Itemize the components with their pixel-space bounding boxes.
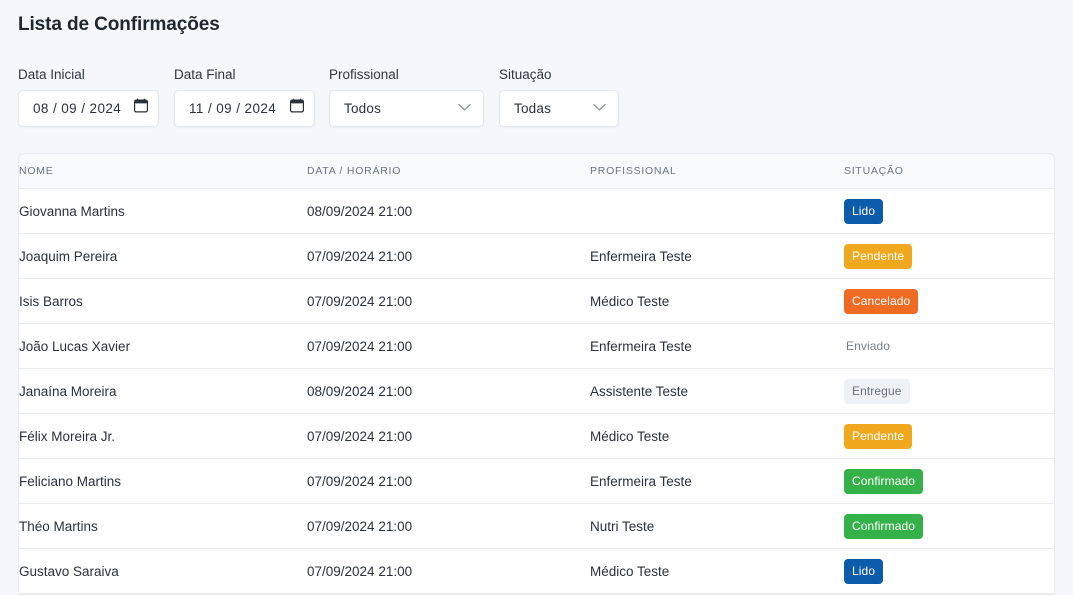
- chevron-down-icon[interactable]: [593, 99, 606, 117]
- status-badge: Pendente: [844, 243, 913, 269]
- filter-profissional: Profissional Todos: [329, 68, 499, 127]
- cell-profissional: [590, 188, 844, 234]
- confirmations-table-card: NOME DATA / HORÁRIO PROFISSIONAL SITUAÇÃ…: [18, 153, 1055, 595]
- cell-data-horario: 07/09/2024 21:00: [307, 503, 590, 549]
- table-row[interactable]: Théo Martins 07/09/2024 21:00 Nutri Teste C…: [19, 503, 1054, 549]
- cell-profissional: Médico Teste: [590, 548, 844, 594]
- table-row[interactable]: Isis Barros 07/09/2024 21:00 Médico Teste C…: [19, 278, 1054, 324]
- cell-nome: Janaína Moreira: [19, 368, 307, 414]
- filter-profissional-label: Profissional: [329, 67, 399, 82]
- cell-data-horario: 07/09/2024 21:00: [307, 323, 590, 369]
- cell-situacao: Enviado: [844, 323, 1054, 369]
- cell-situacao: Lido: [844, 548, 1054, 594]
- cell-situacao: Cancelado: [844, 278, 1054, 324]
- cell-profissional: Enfermeira Teste: [590, 458, 844, 504]
- cell-situacao: Entregue: [844, 368, 1054, 414]
- filter-data-inicial-label: Data Inicial: [18, 67, 85, 82]
- profissional-select[interactable]: Todos: [329, 89, 484, 127]
- cell-nome: Giovanna Martins: [19, 188, 307, 234]
- table-body: Giovanna Martins 08/09/2024 21:00 Lido Joaq…: [19, 188, 1054, 594]
- data-inicial-input[interactable]: 08 / 09 / 2024: [18, 89, 159, 127]
- filter-data-final: Data Final 11 / 09 / 2024: [174, 68, 329, 127]
- page-title: Lista de Confirmações: [18, 14, 220, 35]
- profissional-selected-value: Todos: [344, 100, 382, 116]
- cell-profissional: Assistente Teste: [590, 368, 844, 414]
- table-row[interactable]: Félix Moreira Jr. 07/09/2024 21:00 Médico …: [19, 413, 1054, 459]
- status-badge: Enviado: [846, 338, 891, 353]
- situacao-selected-value: Todas: [514, 100, 552, 116]
- cell-data-horario: 08/09/2024 21:00: [307, 188, 590, 234]
- column-header-situacao: SITUAÇÃO: [844, 154, 1054, 189]
- status-badge: Pendente: [844, 423, 913, 449]
- cell-situacao: Confirmado: [844, 503, 1054, 549]
- data-final-input[interactable]: 11 / 09 / 2024: [174, 89, 315, 127]
- data-inicial-value: 08 / 09 / 2024: [33, 100, 122, 116]
- filter-situacao-label: Situação: [499, 67, 552, 82]
- cell-profissional: Médico Teste: [590, 278, 844, 324]
- column-header-data-horario: DATA / HORÁRIO: [307, 154, 590, 189]
- confirmations-page: Lista de Confirmações Data Inicial 08 / …: [0, 0, 1073, 595]
- calendar-icon[interactable]: [290, 98, 305, 118]
- cell-data-horario: 08/09/2024 21:00: [307, 368, 590, 414]
- chevron-down-icon[interactable]: [458, 99, 471, 117]
- cell-situacao: Pendente: [844, 233, 1054, 279]
- cell-nome: Théo Martins: [19, 503, 307, 549]
- cell-nome: Feliciano Martins: [19, 458, 307, 504]
- cell-situacao: Lido: [844, 188, 1054, 234]
- cell-nome: Gustavo Saraiva: [19, 548, 307, 594]
- table-row[interactable]: Feliciano Martins 07/09/2024 21:00 Enferme…: [19, 458, 1054, 504]
- cell-situacao: Pendente: [844, 413, 1054, 459]
- data-final-value: 11 / 09 / 2024: [189, 100, 277, 116]
- status-badge: Confirmado: [844, 468, 924, 494]
- cell-profissional: Nutri Teste: [590, 503, 844, 549]
- table-row[interactable]: Gustavo Saraiva 07/09/2024 21:00 Médico Te…: [19, 548, 1054, 594]
- cell-profissional: Médico Teste: [590, 413, 844, 459]
- cell-nome: Félix Moreira Jr.: [19, 413, 307, 459]
- situacao-select[interactable]: Todas: [499, 89, 619, 127]
- cell-nome: Isis Barros: [19, 278, 307, 324]
- status-badge: Entregue: [844, 378, 910, 404]
- status-badge: Lido: [844, 198, 884, 224]
- table-header-row: NOME DATA / HORÁRIO PROFISSIONAL SITUAÇÃ…: [19, 154, 1054, 189]
- cell-profissional: Enfermeira Teste: [590, 233, 844, 279]
- confirmations-table: NOME DATA / HORÁRIO PROFISSIONAL SITUAÇÃ…: [19, 154, 1054, 594]
- table-row[interactable]: João Lucas Xavier 07/09/2024 21:00 Enferme…: [19, 323, 1054, 369]
- cell-profissional: Enfermeira Teste: [590, 323, 844, 369]
- cell-data-horario: 07/09/2024 21:00: [307, 278, 590, 324]
- cell-situacao: Confirmado: [844, 458, 1054, 504]
- cell-nome: Joaquim Pereira: [19, 233, 307, 279]
- column-header-nome: NOME: [19, 154, 307, 189]
- column-header-profissional: PROFISSIONAL: [590, 154, 844, 189]
- table-row[interactable]: Janaína Moreira 08/09/2024 21:00 Assistent…: [19, 368, 1054, 414]
- cell-nome: João Lucas Xavier: [19, 323, 307, 369]
- status-badge: Confirmado: [844, 513, 924, 539]
- table-header: NOME DATA / HORÁRIO PROFISSIONAL SITUAÇÃ…: [19, 154, 1054, 189]
- table-row[interactable]: Giovanna Martins 08/09/2024 21:00 Lido: [19, 188, 1054, 234]
- filter-data-inicial: Data Inicial 08 / 09 / 2024: [18, 68, 174, 127]
- status-badge: Cancelado: [844, 288, 919, 314]
- status-badge: Lido: [844, 558, 884, 584]
- cell-data-horario: 07/09/2024 21:00: [307, 233, 590, 279]
- filter-situacao: Situação Todas: [499, 68, 659, 127]
- table-row[interactable]: Joaquim Pereira 07/09/2024 21:00 Enfermeir…: [19, 233, 1054, 279]
- filter-data-final-label: Data Final: [174, 67, 236, 82]
- cell-data-horario: 07/09/2024 21:00: [307, 458, 590, 504]
- calendar-icon[interactable]: [134, 98, 149, 118]
- cell-data-horario: 07/09/2024 21:00: [307, 548, 590, 594]
- cell-data-horario: 07/09/2024 21:00: [307, 413, 590, 459]
- filter-bar: Data Inicial 08 / 09 / 2024 Data Final 1…: [18, 68, 659, 127]
